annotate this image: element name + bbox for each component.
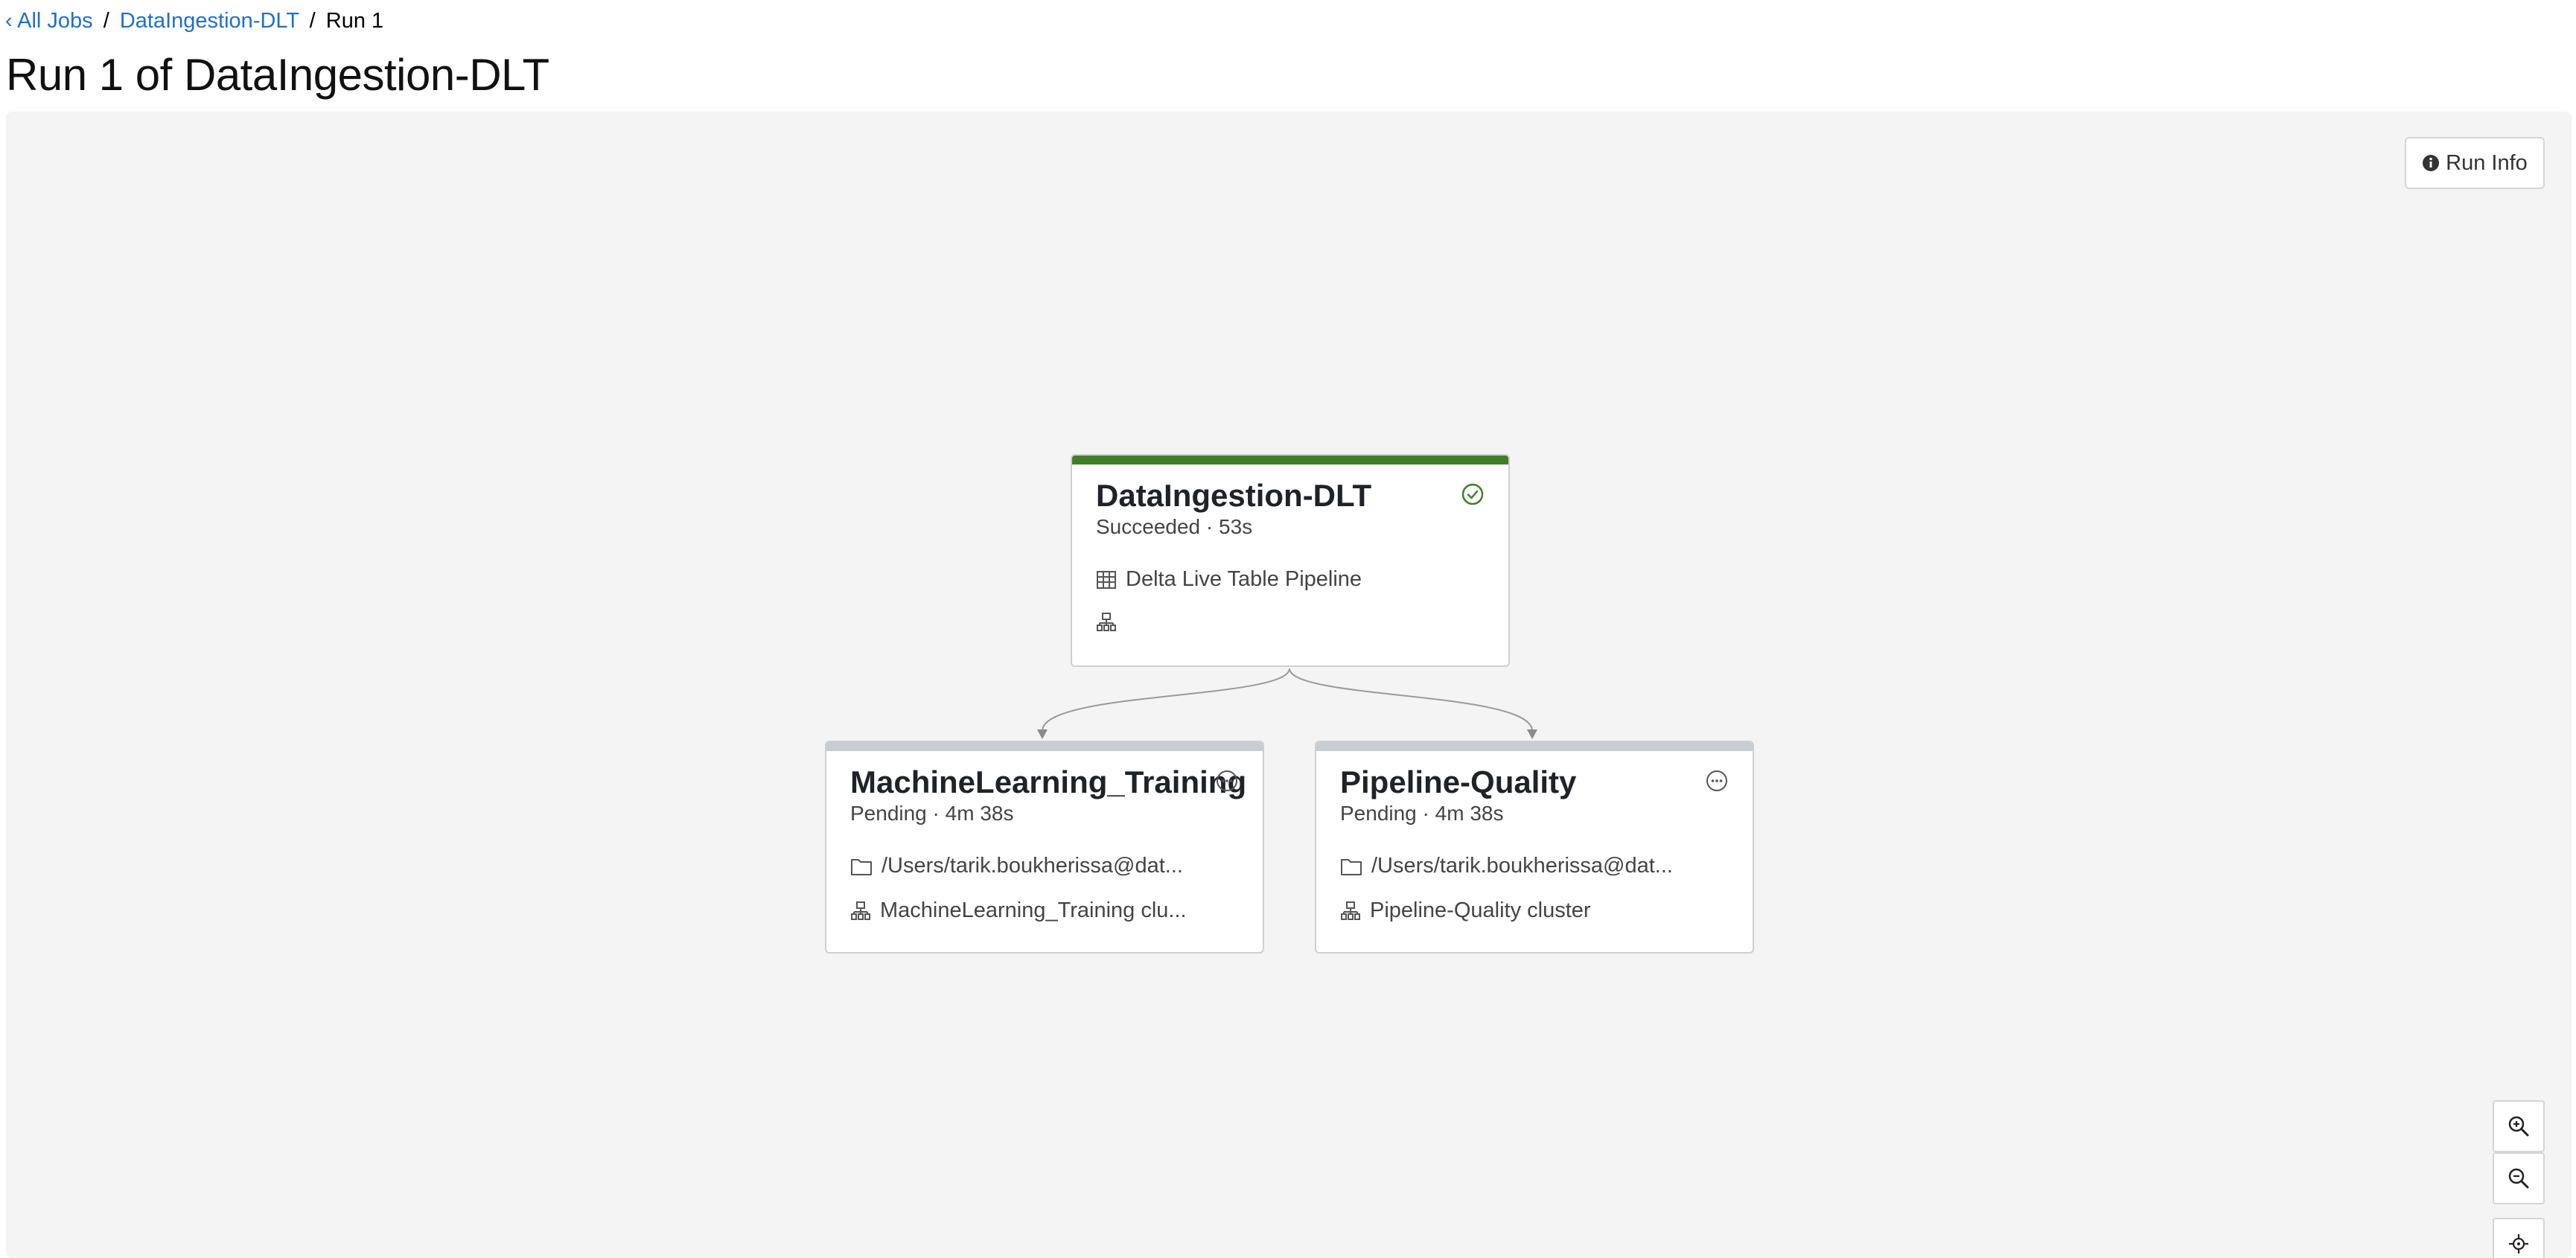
folder-icon bbox=[1341, 858, 1362, 875]
breadcrumb-job-link[interactable]: DataIngestion-DLT bbox=[120, 9, 299, 33]
task-cluster-label: Pipeline-Quality cluster bbox=[1370, 898, 1591, 922]
check-circle-icon bbox=[1461, 483, 1484, 505]
crosshair-icon bbox=[2509, 1234, 2528, 1254]
task-path-label: /Users/tarik.boukherissa@dat... bbox=[1371, 854, 1673, 878]
info-icon bbox=[2423, 155, 2440, 171]
task-node-pipeline-quality[interactable]: Pipeline-Quality Pending · 4m 38s /Users… bbox=[1315, 741, 1754, 954]
task-status: Pending · 4m 38s bbox=[850, 802, 1014, 825]
zoom-out-icon bbox=[2508, 1168, 2529, 1189]
task-status-bar bbox=[1316, 742, 1753, 751]
cluster-icon bbox=[1097, 613, 1116, 631]
run-info-button[interactable]: Run Info bbox=[2405, 137, 2545, 189]
breadcrumb-all-jobs-link[interactable]: ‹ All Jobs bbox=[5, 9, 93, 33]
recenter-button[interactable] bbox=[2493, 1218, 2545, 1258]
zoom-in-button[interactable] bbox=[2493, 1100, 2545, 1152]
cluster-icon bbox=[851, 901, 870, 920]
cluster-icon bbox=[1341, 901, 1360, 920]
task-cluster-label: MachineLearning_Training clu... bbox=[880, 898, 1187, 922]
edge-dlt-to-quality bbox=[1289, 668, 1533, 732]
zoom-out-button[interactable] bbox=[2493, 1152, 2545, 1204]
task-path-row: /Users/tarik.boukherissa@dat... bbox=[850, 854, 1183, 878]
table-icon bbox=[1097, 570, 1116, 589]
breadcrumb: ‹ All Jobs / DataIngestion-DLT / Run 1 bbox=[5, 9, 383, 33]
task-name: DataIngestion-DLT bbox=[1096, 478, 1372, 513]
task-status: Pending · 4m 38s bbox=[1340, 802, 1504, 825]
task-node-machinelearning-training[interactable]: MachineLearning_Training Pending · 4m 38… bbox=[825, 741, 1264, 954]
run-info-label: Run Info bbox=[2446, 150, 2528, 175]
edge-dlt-to-ml bbox=[1042, 668, 1290, 732]
task-type-row: Delta Live Table Pipeline bbox=[1096, 567, 1362, 592]
folder-icon bbox=[851, 858, 872, 875]
zoom-in-icon bbox=[2508, 1116, 2529, 1137]
breadcrumb-separator: / bbox=[309, 9, 316, 33]
task-type-label: Delta Live Table Pipeline bbox=[1126, 567, 1362, 591]
task-status-bar bbox=[1072, 456, 1508, 464]
dag-edges bbox=[1037, 668, 1537, 739]
task-path-label: /Users/tarik.boukherissa@dat... bbox=[881, 854, 1183, 878]
edge-arrowhead bbox=[1527, 729, 1537, 739]
task-name: MachineLearning_Training bbox=[850, 764, 1247, 799]
task-cluster-row: Pipeline-Quality cluster bbox=[1340, 898, 1591, 923]
task-name: Pipeline-Quality bbox=[1340, 764, 1577, 799]
pending-icon bbox=[1706, 770, 1727, 791]
pending-icon bbox=[1217, 770, 1237, 791]
task-status: Succeeded · 53s bbox=[1096, 515, 1253, 538]
edge-arrowhead bbox=[1037, 729, 1048, 739]
task-status-bar bbox=[826, 742, 1263, 751]
breadcrumb-current: Run 1 bbox=[325, 9, 384, 33]
page-title: Run 1 of DataIngestion-DLT bbox=[6, 50, 549, 100]
task-node-dataingestion-dlt[interactable]: DataIngestion-DLT Succeeded · 53s Delta … bbox=[1071, 454, 1510, 667]
task-path-row: /Users/tarik.boukherissa@dat... bbox=[1340, 854, 1673, 878]
dag-canvas[interactable]: Run Info DataIngestion-DLT Succeeded · 5… bbox=[6, 112, 2572, 1258]
breadcrumb-separator: / bbox=[103, 9, 109, 33]
task-cluster-row: MachineLearning_Training clu... bbox=[850, 898, 1187, 923]
task-cluster-row bbox=[1096, 612, 1126, 633]
